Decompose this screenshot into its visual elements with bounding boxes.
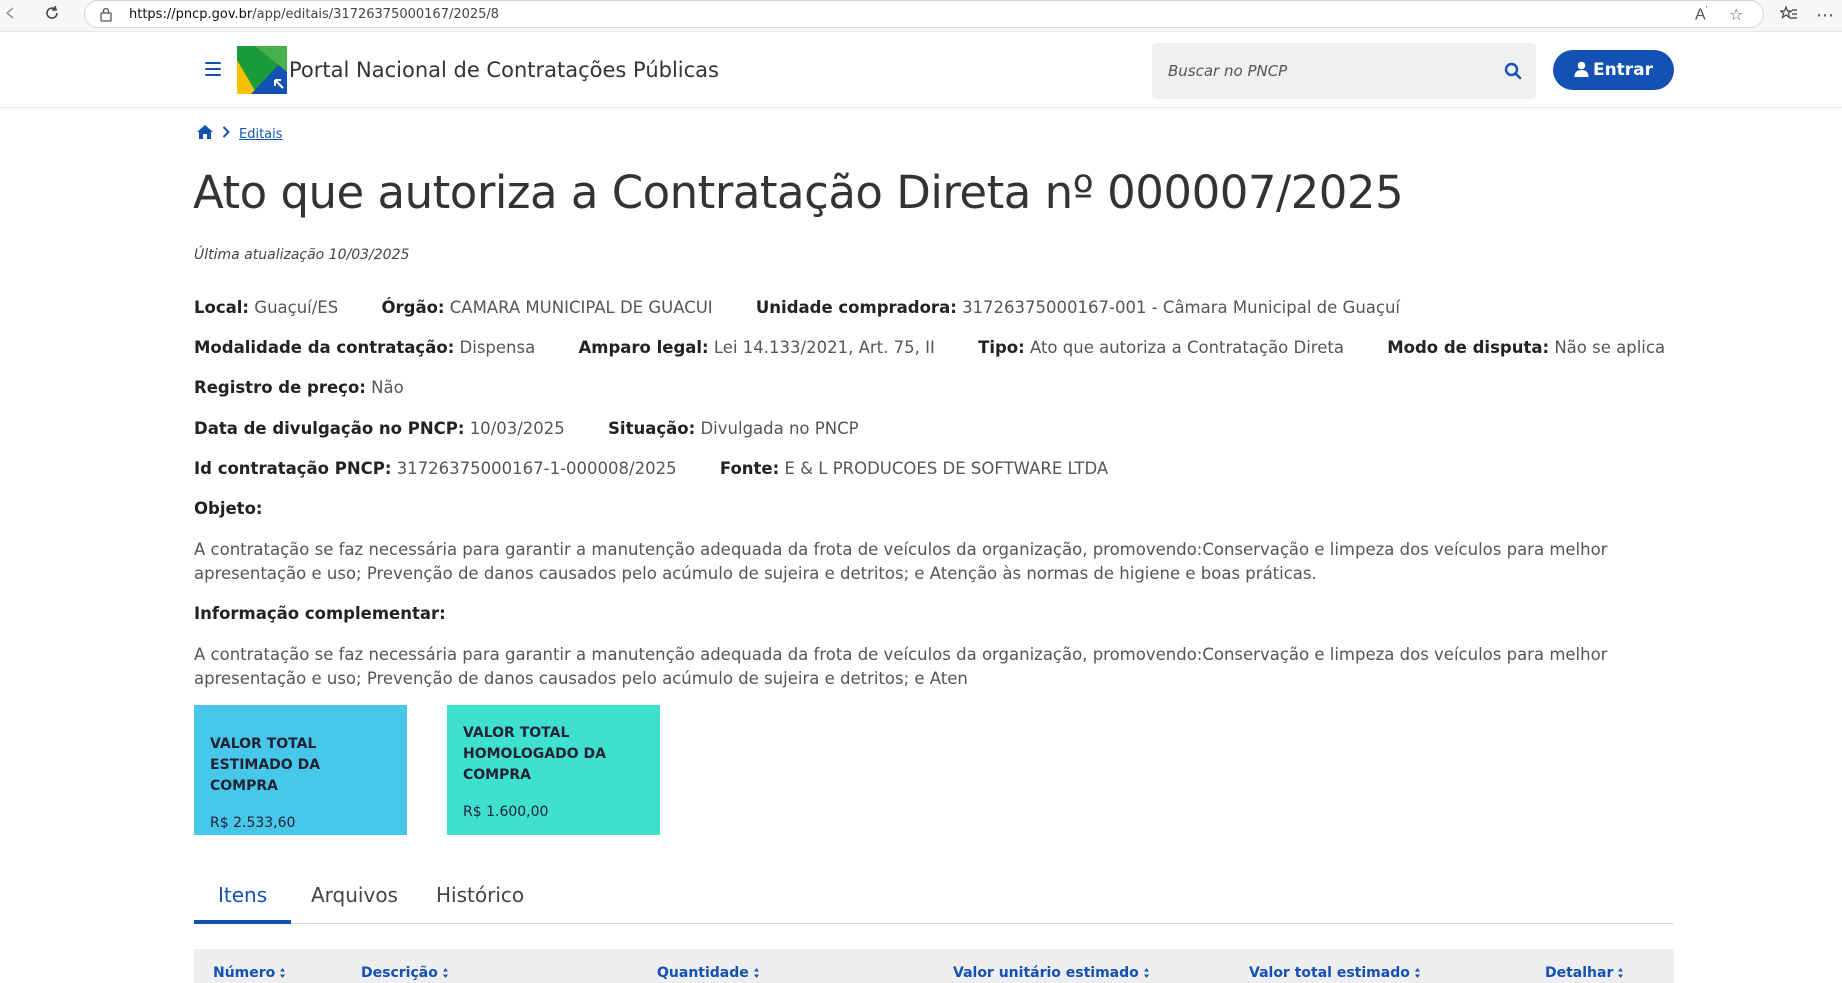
field-situacao: Situação: Divulgada no PNCP bbox=[608, 419, 859, 438]
card-valor-homologado: VALOR TOTAL HOMOLOGADO DA COMPRA R$ 1.60… bbox=[447, 705, 660, 835]
sort-icon[interactable] bbox=[1143, 967, 1150, 979]
field-tipo: Tipo: Ato que autoriza a Contratação Dir… bbox=[978, 338, 1344, 357]
user-icon bbox=[1574, 61, 1589, 77]
card-value: R$ 1.600,00 bbox=[463, 804, 549, 820]
portal-title[interactable]: Portal Nacional de Contratações Públicas bbox=[289, 58, 719, 82]
chevron-right-icon bbox=[222, 126, 230, 138]
pncp-logo[interactable] bbox=[237, 46, 287, 94]
column-valor-total[interactable]: Valor total estimado bbox=[1249, 965, 1421, 981]
last-updated: Última atualização 10/03/2025 bbox=[194, 247, 410, 263]
sort-icon[interactable] bbox=[753, 967, 760, 979]
site-header: Portal Nacional de Contratações Públicas… bbox=[0, 32, 1842, 108]
breadcrumb-editais[interactable]: Editais bbox=[239, 127, 283, 142]
search-box bbox=[1152, 43, 1536, 99]
detail-row-3: Registro de preço: Não bbox=[194, 378, 442, 397]
items-table-header: Número Descrição Quantidade Valor unitár… bbox=[194, 949, 1674, 983]
card-value: R$ 2.533,60 bbox=[210, 815, 296, 831]
field-registro-preco: Registro de preço: Não bbox=[194, 378, 404, 397]
field-fonte: Fonte: E & L PRODUCOES DE SOFTWARE LTDA bbox=[719, 459, 1109, 478]
column-detalhar[interactable]: Detalhar bbox=[1545, 965, 1624, 981]
lock-icon bbox=[100, 7, 112, 22]
card-title: VALOR TOTAL ESTIMADO DA COMPRA bbox=[210, 736, 321, 794]
card-title: VALOR TOTAL HOMOLOGADO DA COMPRA bbox=[463, 725, 606, 783]
page-title: Ato que autoriza a Contratação Direta nº… bbox=[193, 166, 1404, 219]
detail-row-5: Id contratação PNCP: 31726375000167-1-00… bbox=[194, 459, 1146, 478]
tab-bar: Itens Arquivos Histórico bbox=[194, 875, 1674, 924]
favorite-star-icon[interactable]: ☆ bbox=[1729, 5, 1743, 25]
info-complementar-label: Informação complementar: bbox=[194, 604, 446, 623]
field-unidade: Unidade compradora: 31726375000167-001 -… bbox=[755, 298, 1401, 317]
column-valor-unitario[interactable]: Valor unitário estimado bbox=[953, 965, 1150, 981]
login-button[interactable]: Entrar bbox=[1553, 50, 1674, 90]
objeto-text: A contratação se faz necessária para gar… bbox=[194, 540, 1608, 583]
column-numero[interactable]: Número bbox=[213, 965, 286, 981]
search-icon[interactable] bbox=[1504, 62, 1522, 80]
more-options-icon[interactable]: ⋯ bbox=[1814, 4, 1836, 26]
sort-icon[interactable] bbox=[442, 967, 449, 979]
info-complementar-text: A contratação se faz necessária para gar… bbox=[194, 645, 1608, 688]
sort-icon[interactable] bbox=[1617, 967, 1624, 979]
search-input[interactable] bbox=[1168, 57, 1488, 85]
objeto-label: Objeto: bbox=[194, 499, 263, 518]
sort-icon[interactable] bbox=[1414, 967, 1421, 979]
browser-toolbar: https://pncp.gov.br/app/editais/31726375… bbox=[0, 0, 1842, 32]
card-valor-estimado: VALOR TOTAL ESTIMADO DA COMPRA R$ 2.533,… bbox=[194, 705, 407, 835]
sort-icon[interactable] bbox=[279, 967, 286, 979]
tab-itens[interactable]: Itens bbox=[194, 883, 292, 924]
field-amparo: Amparo legal: Lei 14.133/2021, Art. 75, … bbox=[578, 338, 935, 357]
field-modalidade: Modalidade da contratação: Dispensa bbox=[194, 338, 536, 357]
hamburger-menu-icon[interactable] bbox=[205, 62, 221, 76]
tab-historico[interactable]: Histórico bbox=[412, 883, 548, 924]
home-icon[interactable] bbox=[196, 124, 214, 140]
back-icon[interactable] bbox=[0, 4, 22, 26]
read-aloud-icon[interactable]: Aʼ bbox=[1695, 5, 1708, 24]
detail-row-2: Modalidade da contratação: Dispensa Ampa… bbox=[194, 338, 1703, 357]
field-orgao: Órgão: CAMARA MUNICIPAL DE GUACUI bbox=[381, 298, 713, 317]
login-label: Entrar bbox=[1592, 60, 1654, 80]
column-descricao[interactable]: Descrição bbox=[361, 965, 449, 981]
column-quantidade[interactable]: Quantidade bbox=[657, 965, 760, 981]
field-local: Local: Guaçuí/ES bbox=[194, 298, 339, 317]
address-bar[interactable]: https://pncp.gov.br/app/editais/31726375… bbox=[84, 0, 1764, 28]
favorites-list-icon[interactable] bbox=[1778, 4, 1800, 26]
url-text: https://pncp.gov.br/app/editais/31726375… bbox=[129, 7, 500, 22]
field-data-divulgacao: Data de divulgação no PNCP: 10/03/2025 bbox=[194, 419, 565, 438]
tab-arquivos[interactable]: Arquivos bbox=[287, 883, 422, 924]
detail-row-1: Local: Guaçuí/ES Órgão: CAMARA MUNICIPAL… bbox=[194, 298, 1438, 317]
field-modo-disputa: Modo de disputa: Não se aplica bbox=[1387, 338, 1666, 357]
detail-row-4: Data de divulgação no PNCP: 10/03/2025 S… bbox=[194, 419, 897, 438]
field-id-contratacao: Id contratação PNCP: 31726375000167-1-00… bbox=[194, 459, 677, 478]
reload-icon[interactable] bbox=[41, 4, 63, 26]
